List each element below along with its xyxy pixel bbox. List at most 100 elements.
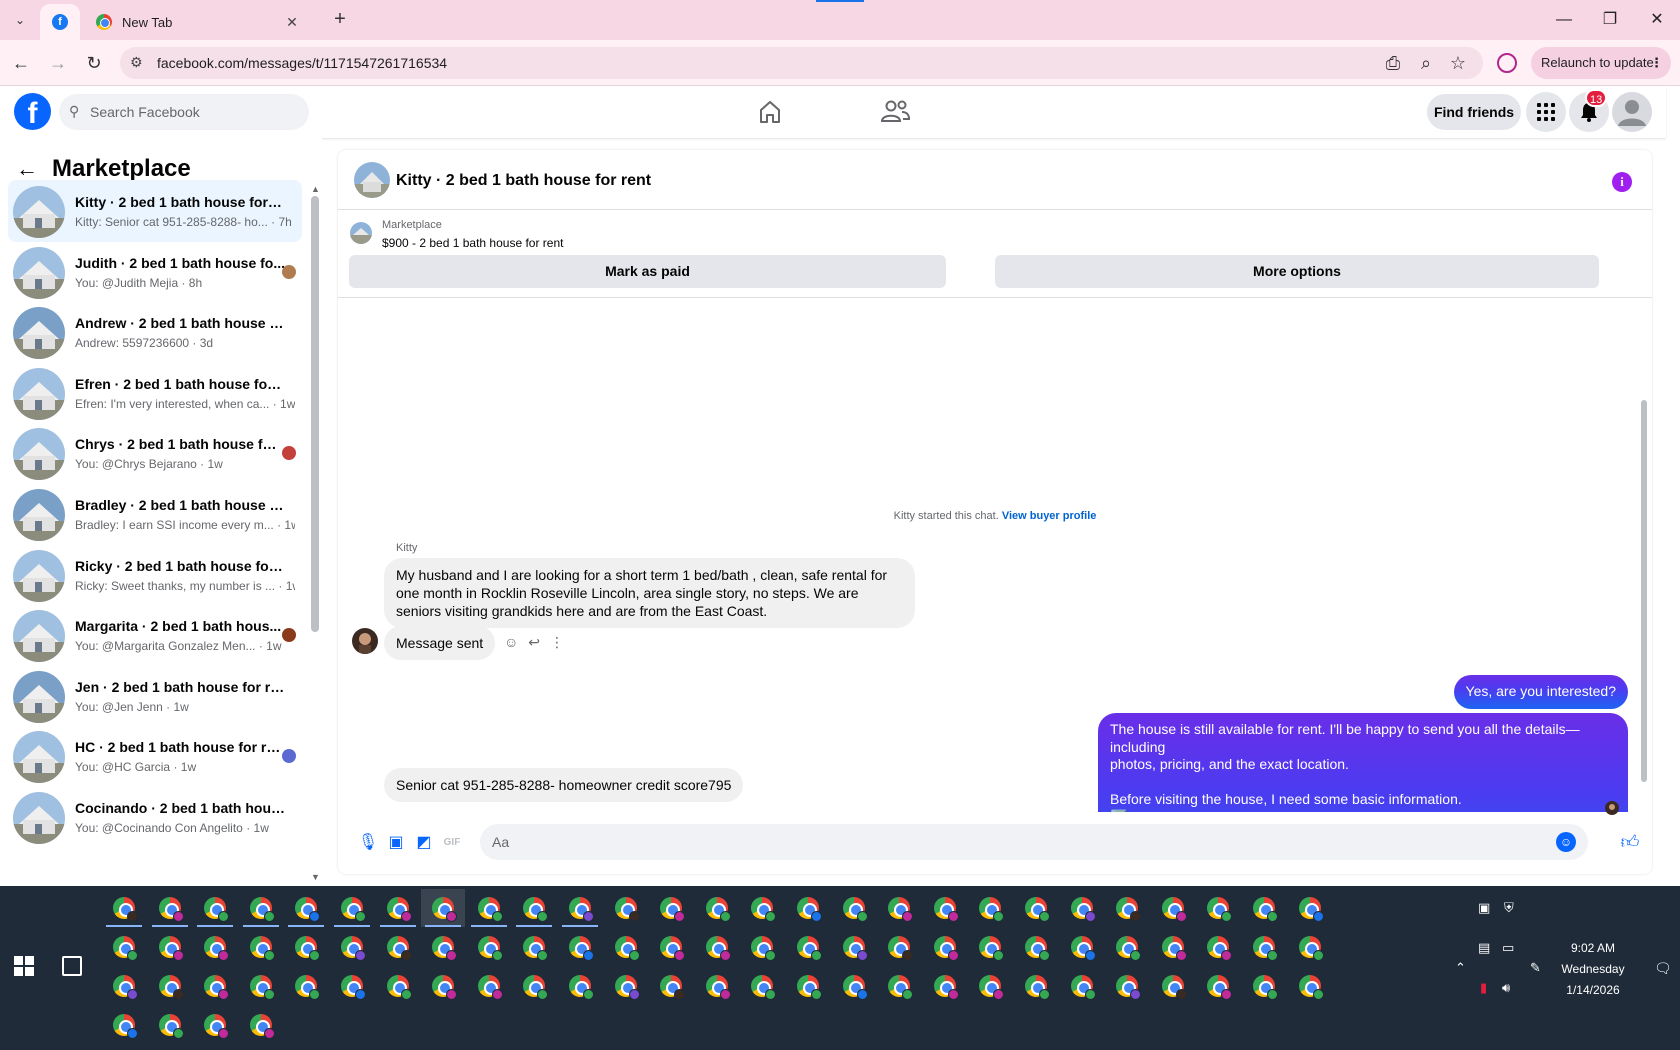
- chrome-taskbar-button[interactable]: [102, 1006, 146, 1044]
- close-window-button[interactable]: ✕: [1645, 8, 1669, 32]
- tab-search-dropdown[interactable]: ⌄: [8, 8, 32, 32]
- chrome-taskbar-button[interactable]: [102, 889, 146, 927]
- react-emoji-icon[interactable]: ☺: [504, 634, 518, 651]
- address-bar[interactable]: ⚙ facebook.com/messages/t/11715472617165…: [120, 47, 1483, 79]
- incoming-message[interactable]: My husband and I are looking for a short…: [384, 558, 915, 628]
- more-actions-icon[interactable]: ⋮: [550, 634, 564, 651]
- close-tab-icon[interactable]: ✕: [282, 14, 302, 31]
- conversation-item[interactable]: Bradley · 2 bed 1 bath house for... Bradl…: [8, 483, 302, 545]
- chrome-taskbar-button[interactable]: [604, 928, 648, 966]
- message-input[interactable]: Aa ☺: [480, 824, 1588, 860]
- chrome-taskbar-button[interactable]: [239, 1006, 283, 1044]
- volume-icon[interactable]: 🔊︎: [1502, 980, 1510, 996]
- chrome-taskbar-button[interactable]: [148, 928, 192, 966]
- chrome-taskbar-button[interactable]: [877, 967, 921, 1005]
- chrome-taskbar-button[interactable]: [1288, 928, 1332, 966]
- listing-thumb[interactable]: [350, 222, 372, 244]
- conversation-item[interactable]: Margarita · 2 bed 1 bath hous... You: @Ma…: [8, 604, 302, 666]
- conversation-item[interactable]: Ricky · 2 bed 1 bath house for re... Rick…: [8, 544, 302, 606]
- chrome-taskbar-button[interactable]: [1151, 967, 1195, 1005]
- chrome-taskbar-button[interactable]: [558, 889, 602, 927]
- emoji-icon[interactable]: ☺: [1556, 832, 1576, 852]
- chrome-taskbar-button[interactable]: [1151, 889, 1195, 927]
- gif-icon[interactable]: GIF: [442, 832, 462, 852]
- conversation-item[interactable]: Jen · 2 bed 1 bath house for rent You: @J…: [8, 665, 302, 727]
- back-button[interactable]: ←: [8, 50, 34, 76]
- chrome-taskbar-button[interactable]: [376, 967, 420, 1005]
- find-friends-button[interactable]: Find friends: [1427, 94, 1521, 130]
- facebook-search[interactable]: ⚲ Search Facebook: [59, 94, 309, 130]
- conversation-item[interactable]: HC · 2 bed 1 bath house for re... You: @H…: [8, 725, 302, 787]
- chrome-taskbar-button[interactable]: [695, 928, 739, 966]
- chrome-taskbar-button[interactable]: [695, 889, 739, 927]
- chrome-taskbar-button[interactable]: [376, 928, 420, 966]
- chrome-taskbar-button[interactable]: [923, 928, 967, 966]
- chrome-taskbar-button[interactable]: [923, 967, 967, 1005]
- chrome-taskbar-button[interactable]: [330, 928, 374, 966]
- outgoing-message[interactable]: The house is still available for rent. I…: [1098, 713, 1628, 812]
- chrome-taskbar-button[interactable]: [1060, 928, 1104, 966]
- sidebar-scrollbar[interactable]: [311, 196, 319, 632]
- network-icon[interactable]: ▤: [1478, 940, 1490, 956]
- chrome-taskbar-button[interactable]: [786, 967, 830, 1005]
- chrome-taskbar-button[interactable]: [968, 928, 1012, 966]
- new-tab-button[interactable]: +: [328, 8, 352, 32]
- chrome-taskbar-button[interactable]: [604, 967, 648, 1005]
- microphone-icon[interactable]: 🎙︎: [358, 832, 378, 852]
- thumbs-up-icon[interactable]: 👍︎: [1620, 832, 1640, 852]
- forward-button[interactable]: →: [45, 50, 71, 76]
- conversation-item[interactable]: Efren · 2 bed 1 bath house for rent Efren…: [8, 362, 302, 424]
- chrome-taskbar-button[interactable]: [1288, 967, 1332, 1005]
- scroll-up-icon[interactable]: ▲: [311, 184, 320, 194]
- chrome-taskbar-button[interactable]: [1105, 889, 1149, 927]
- chrome-taskbar-button[interactable]: [193, 889, 237, 927]
- tab-facebook[interactable]: f: [40, 4, 80, 40]
- profile-icon[interactable]: [1497, 53, 1517, 73]
- chrome-taskbar-button[interactable]: [649, 889, 693, 927]
- chrome-taskbar-button[interactable]: [1151, 928, 1195, 966]
- taskbar-clock[interactable]: 9:02 AM Wednesday 1/14/2026: [1548, 938, 1638, 1001]
- chrome-taskbar-button[interactable]: [649, 928, 693, 966]
- chrome-taskbar-button[interactable]: [467, 967, 511, 1005]
- conversation-item[interactable]: Judith · 2 bed 1 bath house fo... You: @J…: [8, 241, 302, 303]
- chrome-taskbar-button[interactable]: [467, 889, 511, 927]
- chrome-taskbar-button[interactable]: [740, 889, 784, 927]
- menu-grid-button[interactable]: [1526, 92, 1566, 132]
- chrome-taskbar-button[interactable]: [1014, 928, 1058, 966]
- reload-button[interactable]: ↻: [81, 50, 107, 76]
- chrome-taskbar-button[interactable]: [1014, 967, 1058, 1005]
- chrome-taskbar-button[interactable]: [330, 889, 374, 927]
- chrome-taskbar-button[interactable]: [1060, 967, 1104, 1005]
- listing-price[interactable]: $900 - 2 bed 1 bath house for rent: [382, 236, 563, 250]
- conversation-item[interactable]: Cocinando · 2 bed 1 bath house ... You: @…: [8, 786, 302, 848]
- chrome-taskbar-button[interactable]: [284, 928, 328, 966]
- chrome-taskbar-button[interactable]: [1288, 889, 1332, 927]
- chrome-taskbar-button[interactable]: [512, 967, 556, 1005]
- chrome-taskbar-button[interactable]: [1105, 967, 1149, 1005]
- chrome-taskbar-button[interactable]: [193, 928, 237, 966]
- menu-dots-icon[interactable]: ⋮: [1650, 47, 1663, 79]
- meet-icon[interactable]: ▣: [1478, 900, 1490, 916]
- sticker-icon[interactable]: ◩: [414, 832, 434, 852]
- listing-avatar[interactable]: [354, 162, 390, 198]
- chrome-taskbar-button[interactable]: [421, 967, 465, 1005]
- chrome-taskbar-button[interactable]: [877, 889, 921, 927]
- chrome-taskbar-button[interactable]: [421, 889, 466, 927]
- chrome-taskbar-button[interactable]: [1196, 889, 1240, 927]
- chrome-taskbar-button[interactable]: [330, 967, 374, 1005]
- photo-icon[interactable]: ▣: [386, 832, 406, 852]
- info-icon[interactable]: i: [1612, 172, 1632, 192]
- chrome-taskbar-button[interactable]: [512, 889, 556, 927]
- home-icon[interactable]: [753, 96, 787, 126]
- chrome-taskbar-button[interactable]: [740, 928, 784, 966]
- chat-scrollbar[interactable]: [1641, 400, 1647, 782]
- site-info-icon[interactable]: ⚙: [130, 54, 143, 71]
- security-icon[interactable]: ⛨: [1504, 900, 1514, 916]
- account-avatar[interactable]: [1612, 92, 1652, 132]
- conversation-item[interactable]: Chrys · 2 bed 1 bath house for... You: @C…: [8, 422, 302, 484]
- chrome-taskbar-button[interactable]: [1242, 889, 1286, 927]
- windows-start-icon[interactable]: [14, 956, 34, 976]
- conversation-item[interactable]: Kitty · 2 bed 1 bath house for rent Kitty…: [8, 180, 302, 242]
- chrome-taskbar-button[interactable]: [968, 889, 1012, 927]
- chrome-taskbar-button[interactable]: [1242, 928, 1286, 966]
